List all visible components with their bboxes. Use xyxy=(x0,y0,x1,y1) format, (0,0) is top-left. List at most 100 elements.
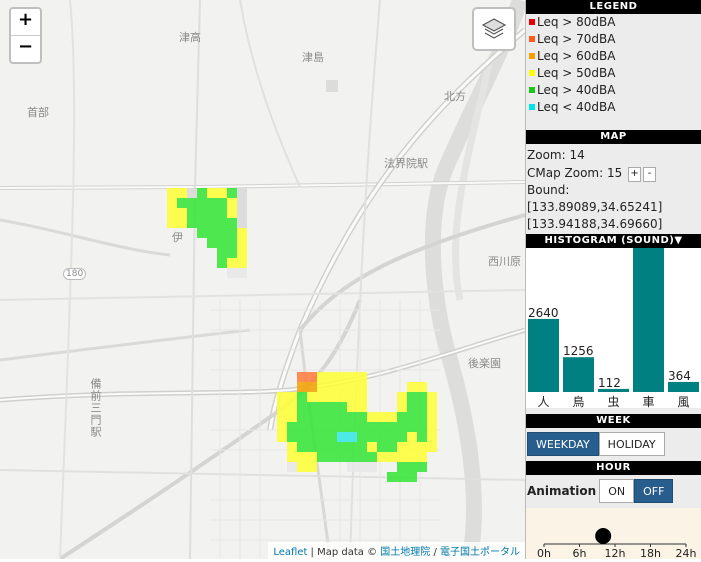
hour-tick-label: 6h xyxy=(573,547,587,559)
noise-cell xyxy=(177,208,187,218)
hour-tick-label: 12h xyxy=(605,547,626,559)
map-label-bizen: 備前三門駅 xyxy=(89,378,102,438)
noise-cell xyxy=(307,462,317,472)
noise-cell xyxy=(287,412,297,422)
noise-cell xyxy=(297,462,307,472)
noise-cell xyxy=(377,412,387,422)
layers-button[interactable] xyxy=(472,7,516,51)
noise-cell xyxy=(317,382,327,392)
noise-cell xyxy=(227,208,237,218)
histogram-header[interactable]: HISTOGRAM (SOUND)▼ xyxy=(526,234,701,248)
map-view[interactable]: 津高 津島 北方 首部 法界院駅 西川原 後楽園 伊 180 備前三門駅 + −… xyxy=(0,0,525,559)
noise-cell xyxy=(377,422,387,432)
noise-cell xyxy=(347,422,357,432)
noise-cell xyxy=(317,412,327,422)
animation-label: Animation xyxy=(527,484,597,498)
noise-cell xyxy=(237,188,247,198)
noise-cell xyxy=(317,372,327,382)
noise-cell xyxy=(407,432,417,442)
noise-cell xyxy=(397,392,407,402)
noise-cell xyxy=(397,422,407,432)
legend-label: Leq > 80dBA xyxy=(537,15,616,29)
animation-toggle: ON OFF xyxy=(599,479,674,503)
histogram-bar xyxy=(563,357,594,392)
noise-cell xyxy=(357,412,367,422)
noise-cell xyxy=(387,432,397,442)
noise-cell xyxy=(367,462,377,472)
hour-slider[interactable]: 0h 6h 12h 18h 24h xyxy=(526,508,701,560)
animation-off-button[interactable]: OFF xyxy=(634,479,674,503)
noise-cell xyxy=(407,422,417,432)
noise-cell xyxy=(367,452,377,462)
noise-cell xyxy=(407,382,417,392)
noise-cell xyxy=(207,188,217,198)
noise-cell xyxy=(207,198,217,208)
legend-label: Leq > 40dBA xyxy=(537,83,616,97)
noise-cell xyxy=(217,238,227,248)
noise-cell xyxy=(237,248,247,258)
noise-cell xyxy=(377,432,387,442)
noise-cell xyxy=(287,452,297,462)
noise-cell xyxy=(237,228,247,238)
zoom-out-button[interactable]: − xyxy=(11,35,40,62)
route-shield: 180 xyxy=(63,268,87,280)
cmap-zoom-plus-button[interactable]: + xyxy=(628,167,642,182)
noise-cell xyxy=(327,412,337,422)
histogram-value-label: 1256 xyxy=(563,344,594,358)
layers-icon xyxy=(481,18,507,39)
hour-tick-label: 0h xyxy=(537,547,551,559)
noise-cell xyxy=(237,208,247,218)
legend-item: Leq > 50dBA xyxy=(526,65,701,82)
hour-slider-handle[interactable] xyxy=(595,528,612,544)
noise-cell xyxy=(207,218,217,228)
map-label-nishikawara: 西川原 xyxy=(488,255,521,268)
noise-cell xyxy=(407,462,417,472)
noise-cell xyxy=(167,188,177,198)
zoom-in-button[interactable]: + xyxy=(11,9,40,35)
noise-cell xyxy=(197,208,207,218)
noise-cell xyxy=(297,452,307,462)
cmap-zoom-row: CMap Zoom: 15 + - xyxy=(526,165,701,182)
noise-cell xyxy=(367,442,377,452)
histogram-category-label: 風 xyxy=(677,395,689,408)
legend-item: Leq > 60dBA xyxy=(526,48,701,65)
noise-cell xyxy=(317,442,327,452)
control-panel: LEGEND Leq > 80dBA Leq > 70dBA Leq > 60d… xyxy=(525,0,701,560)
noise-cell xyxy=(387,472,397,482)
noise-cell xyxy=(217,218,227,228)
leaflet-link[interactable]: Leaflet xyxy=(273,547,307,558)
animation-on-button[interactable]: ON xyxy=(599,479,635,503)
noise-cell xyxy=(387,452,397,462)
gsi-link[interactable]: 国土地理院 xyxy=(380,547,430,558)
noise-cell xyxy=(307,372,317,382)
histogram-bar xyxy=(668,381,699,392)
noise-cell xyxy=(327,402,337,412)
noise-cell xyxy=(337,442,347,452)
holiday-button[interactable]: HOLIDAY xyxy=(598,432,665,456)
noise-cell xyxy=(397,402,407,412)
noise-cell xyxy=(417,452,427,462)
noise-cell xyxy=(397,452,407,462)
noise-cell xyxy=(407,442,417,452)
legend-item: Leq > 70dBA xyxy=(526,31,701,48)
legend-swatch xyxy=(529,104,535,110)
noise-cell xyxy=(347,402,357,412)
noise-cell xyxy=(237,268,247,278)
map-label-kubu: 首部 xyxy=(27,106,49,119)
noise-cell xyxy=(397,472,407,482)
noise-cell xyxy=(327,382,337,392)
noise-cell xyxy=(417,402,427,412)
noise-cell xyxy=(237,238,247,248)
noise-cell xyxy=(417,462,427,472)
noise-cell xyxy=(417,432,427,442)
map-label-ibuki: 伊 xyxy=(172,231,183,244)
weekday-button[interactable]: WEEKDAY xyxy=(527,432,599,456)
noise-cell xyxy=(347,382,357,392)
portal-link[interactable]: 電子国土ポータル xyxy=(440,547,520,558)
noise-cell xyxy=(217,188,227,198)
noise-cell xyxy=(317,422,327,432)
noise-cell xyxy=(287,432,297,442)
cmap-zoom-minus-button[interactable]: - xyxy=(643,167,657,182)
map-label-korakuen: 後楽園 xyxy=(468,357,501,370)
noise-cell xyxy=(407,402,417,412)
